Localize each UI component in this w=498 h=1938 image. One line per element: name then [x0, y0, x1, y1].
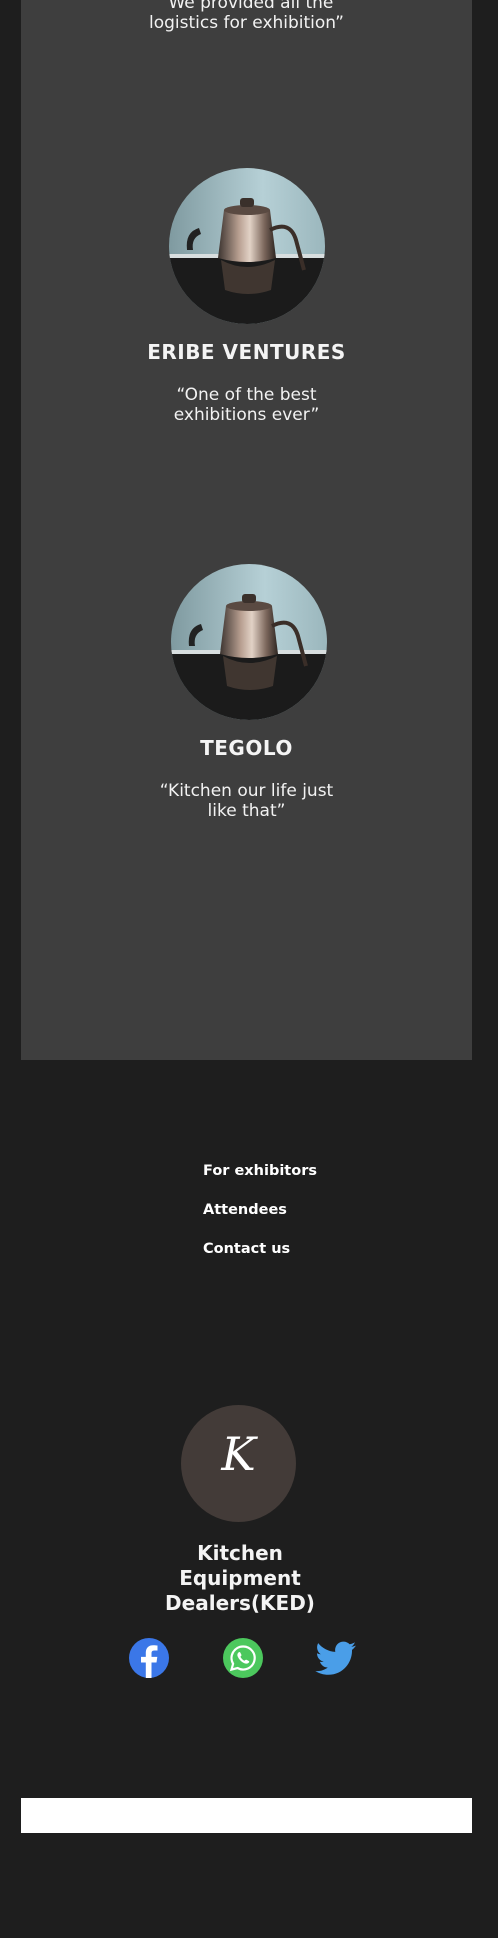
footer-link-exhibitors[interactable]: For exhibitors: [203, 1160, 403, 1199]
brand-name-line: Dealers(KED): [165, 1591, 315, 1615]
facebook-icon[interactable]: [128, 1637, 170, 1679]
quote-line: logistics for exhibition”: [149, 13, 344, 33]
footer-nav: For exhibitors Attendees Contact us: [203, 1160, 403, 1277]
brand-name: Kitchen Equipment Dealers(KED): [140, 1541, 340, 1616]
whatsapp-icon[interactable]: [222, 1637, 264, 1679]
page: “We provided all the logistics for exhib…: [0, 0, 498, 1938]
logo-monogram: K: [221, 1427, 256, 1481]
testimonial-company: TEGOLO: [200, 736, 293, 760]
brand-logo: K: [181, 1405, 296, 1522]
testimonial-quote: “We provided all the logistics for exhib…: [21, 0, 472, 33]
brand-name-line: Equipment: [179, 1566, 301, 1590]
bottom-bar: [21, 1798, 472, 1833]
footer-link-attendees[interactable]: Attendees: [203, 1199, 403, 1238]
testimonials-section: “We provided all the logistics for exhib…: [21, 0, 472, 1060]
testimonial-quote: “One of the best exhibitions ever”: [21, 385, 472, 425]
footer-link-contact[interactable]: Contact us: [203, 1238, 403, 1277]
quote-line: “We provided all the: [159, 0, 334, 13]
brand-name-line: Kitchen: [197, 1541, 283, 1565]
quote-line: like that”: [207, 801, 286, 821]
testimonial-quote: “Kitchen our life just like that”: [21, 781, 472, 821]
testimonial-company: ERIBE VENTURES: [147, 340, 346, 364]
quote-line: “Kitchen our life just: [159, 781, 334, 801]
quote-line: “One of the best: [176, 385, 317, 405]
kettle-photo: [171, 564, 327, 720]
kettle-photo: [169, 168, 325, 324]
quote-line: exhibitions ever”: [173, 405, 320, 425]
twitter-icon[interactable]: [315, 1637, 357, 1679]
